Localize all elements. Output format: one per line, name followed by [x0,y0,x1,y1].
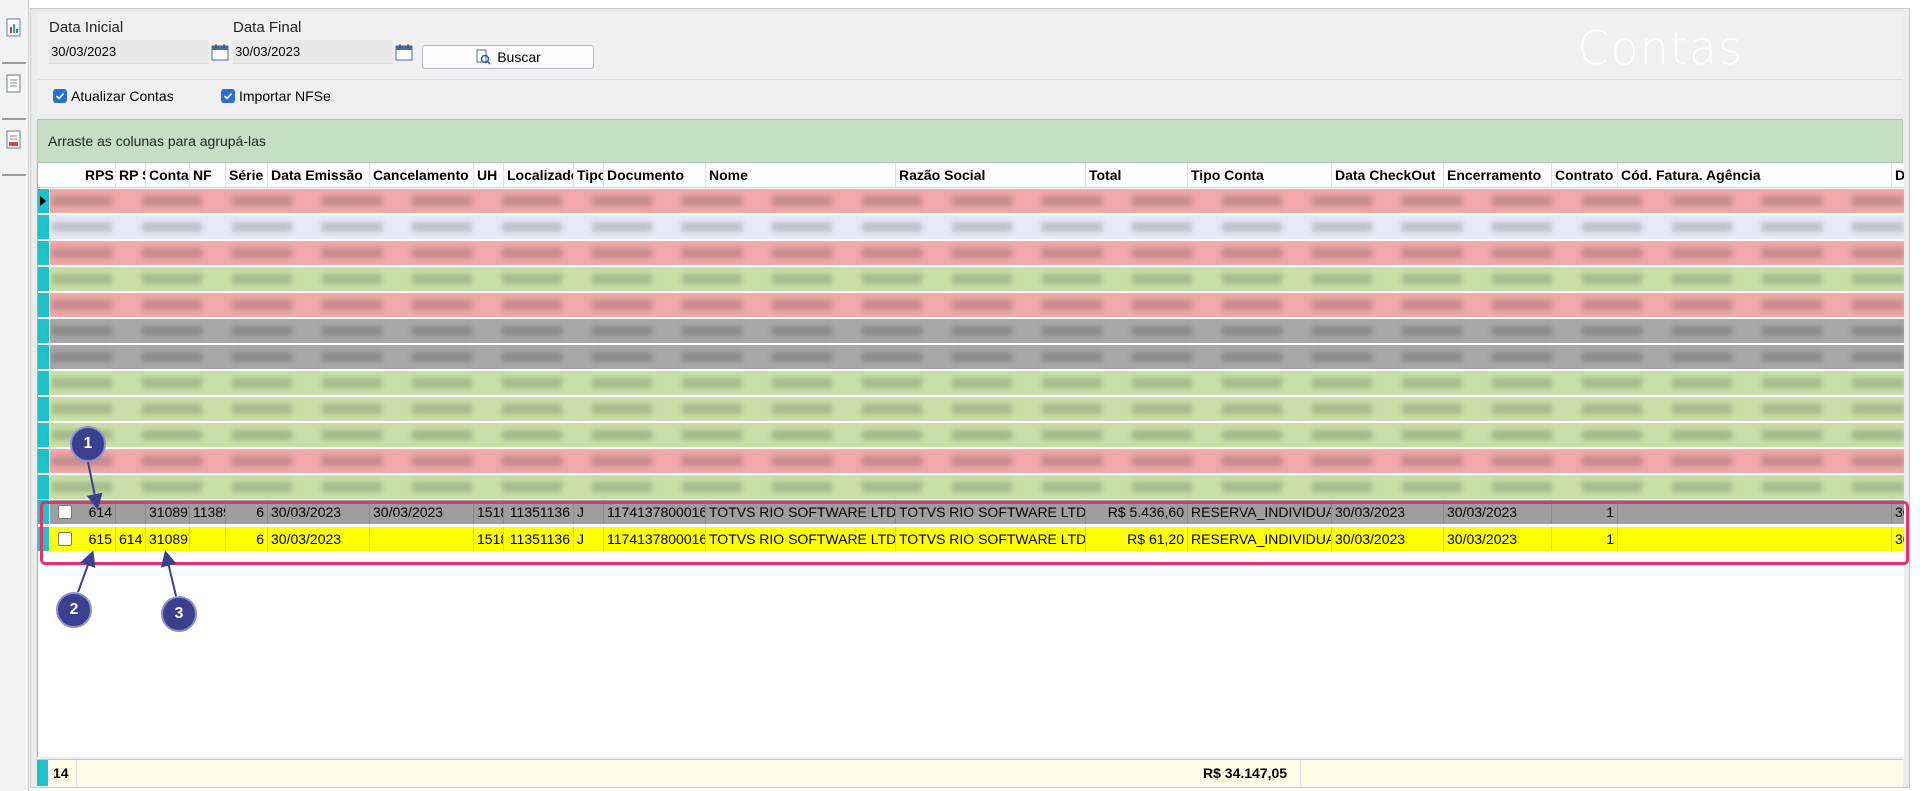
filter-bar: Data Inicial 30/03/2023 Data Final 30/03… [37,13,1903,77]
rail-button-2[interactable] [2,66,26,120]
redacted-content [52,326,1904,336]
column-header[interactable]: RP Sub. [116,163,146,187]
calendar-icon[interactable] [395,43,413,61]
row-indicator [38,189,50,213]
column-header[interactable]: Contrato [1552,163,1618,187]
row-indicator [38,215,50,239]
row-indicator [38,423,50,447]
row-pointer-icon [40,196,46,206]
redacted-content [52,456,1904,466]
row-indicator [38,319,50,343]
document-icon [6,74,21,93]
importar-nfse-checkbox[interactable]: Importar NFSe [221,88,331,104]
annotation-2: 2 [56,592,92,628]
row-indicator [38,449,50,473]
options-bar: Atualizar Contas Importar NFSe [37,79,1903,114]
column-header[interactable]: Dat [1892,163,1904,187]
column-header[interactable]: Tipo [574,163,604,187]
row-indicator [38,475,50,499]
table-row[interactable] [38,215,1904,239]
data-final-label: Data Final [233,19,302,36]
redacted-content [52,248,1904,258]
column-header[interactable]: RPS [82,163,116,187]
redacted-content [52,274,1904,284]
column-header[interactable]: Data Emissão [268,163,370,187]
table-row[interactable] [38,475,1904,499]
annotation-3: 3 [161,596,197,632]
buscar-button[interactable]: Buscar [422,45,594,69]
column-header[interactable]: Data CheckOut [1332,163,1444,187]
row-indicator [38,267,50,291]
table-row[interactable] [38,397,1904,421]
column-header[interactable]: UH [474,163,504,187]
redacted-content [52,352,1904,362]
column-header[interactable]: Total [1086,163,1188,187]
redacted-content [52,300,1904,310]
brand-title: Contas [1577,21,1743,75]
atualizar-contas-label: Atualizar Contas [71,88,174,104]
document-red-icon [6,130,21,149]
table-row[interactable] [38,293,1904,317]
search-document-icon [476,49,491,65]
checkbox-checked-icon [53,89,67,103]
footer-total: R$ 34.147,05 [1199,760,1301,786]
calendar-icon[interactable] [211,43,229,61]
data-inicial-field[interactable]: 30/03/2023 [49,40,209,64]
column-header[interactable]: Encerramento [1444,163,1552,187]
row-indicator [38,345,50,369]
table-row[interactable] [38,423,1904,447]
highlight-box [40,501,1909,565]
main-frame: Data Inicial 30/03/2023 Data Final 30/03… [30,8,1910,788]
row-indicator [37,760,49,786]
group-by-panel[interactable]: Arraste as colunas para agrupá-las [37,119,1903,163]
group-by-hint: Arraste as colunas para agrupá-las [48,133,266,149]
column-header[interactable]: Cancelamento [370,163,474,187]
grid-footer: 14 R$ 34.147,05 [37,759,1903,787]
redacted-content [52,430,1904,440]
column-header[interactable]: Razão Social [896,163,1086,187]
row-indicator [38,397,50,421]
redacted-content [52,378,1904,388]
row-indicator [38,371,50,395]
accounts-grid: RPSRP Sub.ContaNFSérieData EmissãoCancel… [37,163,1904,757]
table-row[interactable] [38,371,1904,395]
row-indicator [38,241,50,265]
table-row[interactable] [38,241,1904,265]
table-row[interactable] [38,345,1904,369]
checkbox-checked-icon [221,89,235,103]
column-header[interactable]: Nome [706,163,896,187]
column-header[interactable]: Documento [604,163,706,187]
data-inicial-label: Data Inicial [49,19,124,36]
redacted-content [52,222,1904,232]
left-toolbar [0,0,29,791]
column-header[interactable]: Série [226,163,268,187]
data-final-field[interactable]: 30/03/2023 [233,40,393,64]
document-chart-icon [6,18,21,37]
importar-nfse-label: Importar NFSe [239,88,331,104]
redacted-content [52,482,1904,492]
grid-header: RPSRP Sub.ContaNFSérieData EmissãoCancel… [38,163,1904,188]
table-row[interactable] [38,189,1904,213]
column-header[interactable]: Tipo Conta [1188,163,1332,187]
rail-button-3[interactable] [2,122,26,176]
annotation-1: 1 [70,426,106,462]
table-row[interactable] [38,319,1904,343]
column-header[interactable]: NF [190,163,226,187]
atualizar-contas-checkbox[interactable]: Atualizar Contas [53,88,174,104]
table-row[interactable] [38,267,1904,291]
column-header[interactable]: Cód. Fatura. Agência [1618,163,1892,187]
buscar-label: Buscar [497,49,541,65]
rail-button-1[interactable] [2,10,26,64]
row-indicator [38,293,50,317]
record-count: 14 [49,760,77,786]
column-header[interactable]: Conta [146,163,190,187]
table-row[interactable] [38,449,1904,473]
column-header[interactable]: Localizador [504,163,574,187]
redacted-content [52,196,1904,206]
redacted-content [52,404,1904,414]
